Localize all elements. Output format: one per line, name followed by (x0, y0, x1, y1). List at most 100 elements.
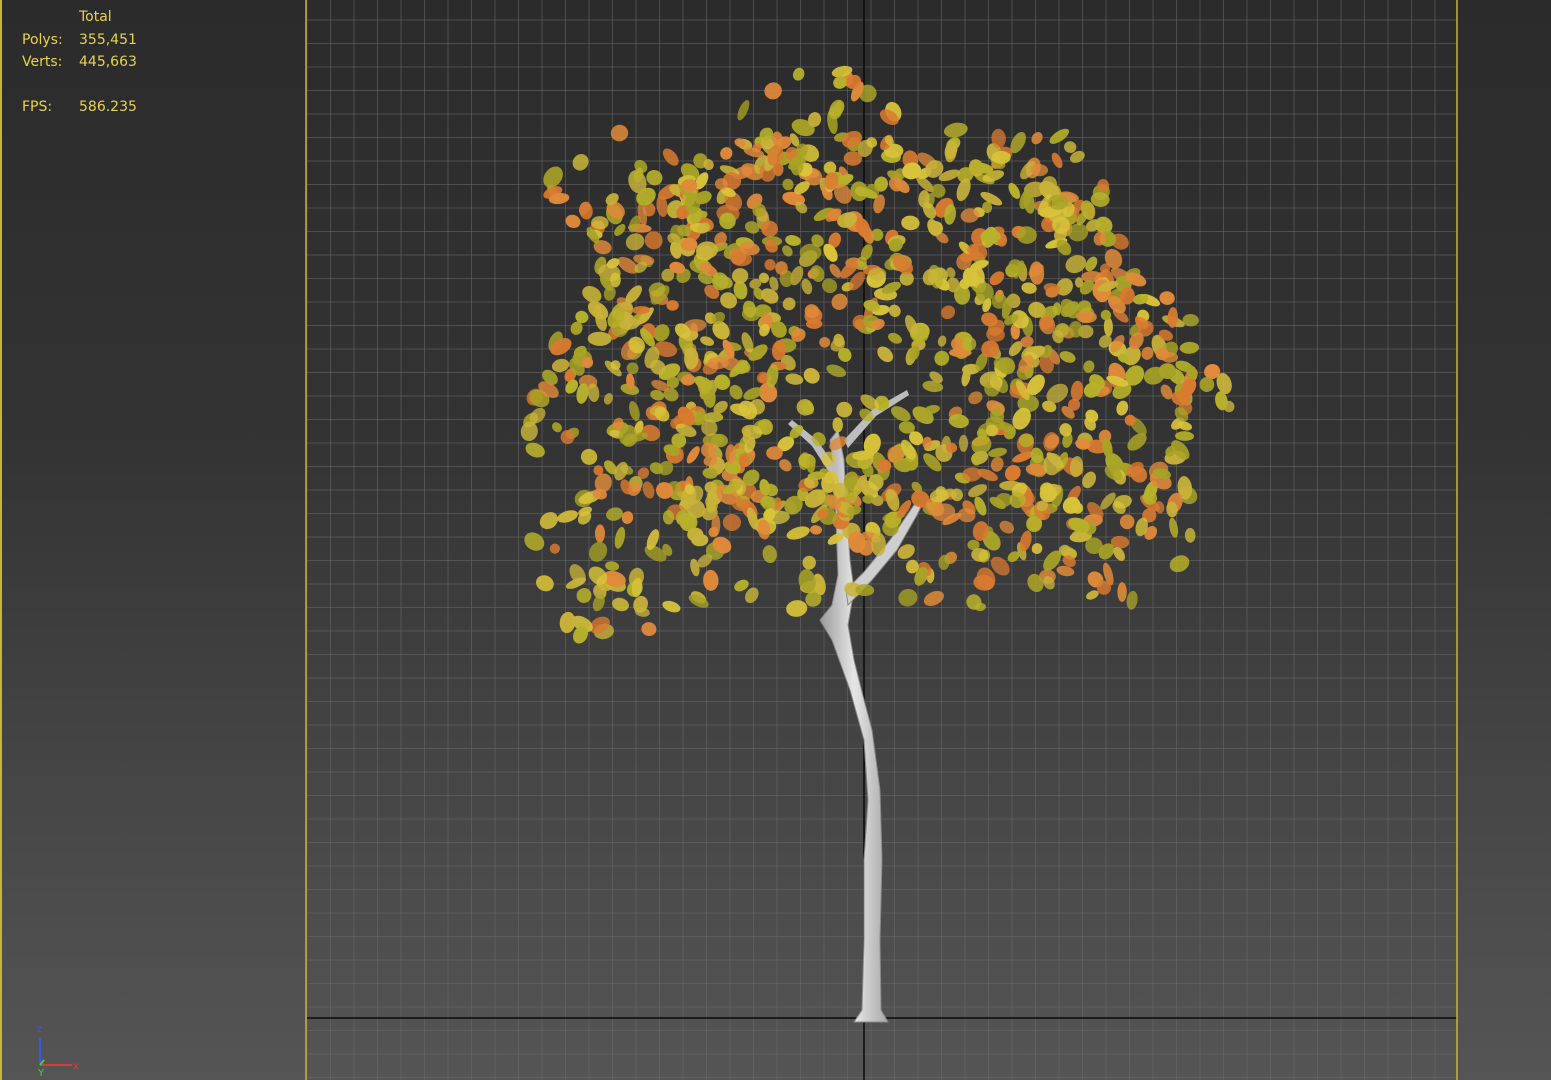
leaf (722, 514, 742, 531)
leaf (1008, 182, 1021, 199)
axis-tripod-icon: z Y x (37, 1024, 79, 1079)
leaf (1031, 132, 1043, 145)
leaf (666, 300, 679, 311)
leaf (1083, 360, 1095, 373)
leaf (819, 336, 831, 348)
leaf (888, 304, 901, 317)
leaf (1169, 555, 1190, 573)
leaf (1119, 514, 1135, 530)
leaf (612, 597, 629, 612)
leaf (1031, 543, 1043, 555)
leaf (557, 510, 578, 523)
leaf (1051, 152, 1063, 169)
leaf (826, 364, 847, 378)
leaf (801, 278, 813, 295)
fps-value: 586.235 (79, 99, 137, 115)
leaf (1182, 313, 1199, 327)
verts-value: 445,663 (79, 54, 137, 70)
leaf (1004, 464, 1021, 482)
viewport-scene[interactable] (2, 0, 1551, 1080)
polys-label: Polys: (22, 31, 63, 48)
leaf (642, 481, 655, 499)
leaf (614, 526, 626, 549)
leaf (1029, 261, 1045, 285)
leaf (524, 532, 545, 551)
leaf (764, 82, 782, 100)
leaf (810, 525, 822, 535)
leaf (737, 99, 750, 121)
leaf (1184, 527, 1196, 543)
leaf (988, 447, 1007, 458)
leaf (1116, 400, 1129, 416)
leaf (549, 543, 560, 554)
leaf (991, 150, 1011, 164)
leaf (877, 346, 894, 363)
leaf (803, 368, 820, 384)
leaf (1169, 517, 1179, 538)
leaf (958, 434, 969, 452)
leaf (811, 432, 826, 447)
leaf (641, 622, 657, 637)
leaf (625, 233, 645, 251)
leaf (762, 545, 777, 564)
leaf (614, 224, 626, 236)
leaf (934, 350, 950, 366)
leaf (1179, 341, 1200, 354)
leaf (1117, 582, 1127, 602)
leaf (782, 178, 794, 191)
leaf (662, 148, 679, 166)
leaf (792, 67, 805, 81)
leaf (572, 154, 589, 171)
x-axis-label: x (73, 1061, 79, 1072)
leaf (565, 214, 581, 229)
leaf (901, 215, 920, 231)
leaf (786, 526, 810, 540)
stats-header: Total (79, 9, 112, 25)
leaf (764, 259, 776, 271)
leaf (990, 456, 1004, 472)
3d-viewport[interactable]: Total Polys: 355,451 Verts: 445,663 FPS: 58… (0, 0, 1551, 1080)
leaf (520, 421, 538, 442)
leaf (629, 401, 640, 422)
leaf (606, 507, 623, 521)
leaf (587, 331, 612, 346)
leaf (802, 555, 816, 570)
leaf (968, 391, 983, 405)
leaf (552, 422, 562, 433)
z-axis-label: z (37, 1024, 42, 1035)
leaf (662, 600, 681, 613)
leaf (605, 561, 620, 571)
leaf (700, 336, 715, 346)
leaf (543, 166, 563, 188)
leaf (626, 362, 639, 375)
leaf (703, 569, 719, 591)
leaf (594, 524, 606, 543)
leaf (890, 406, 911, 422)
leaf (536, 575, 554, 592)
leaf (687, 527, 704, 542)
y-axis-label: Y (37, 1068, 45, 1079)
leaf (868, 267, 887, 281)
leaf (898, 588, 918, 607)
leaf (923, 590, 944, 606)
leaf (1059, 351, 1076, 363)
leaf (539, 512, 558, 530)
leaf (580, 448, 598, 465)
leaf (937, 335, 947, 347)
polys-value: 355,451 (79, 31, 137, 48)
fps-label: FPS: (22, 99, 53, 115)
leaf (786, 600, 808, 617)
leaf (999, 520, 1015, 534)
leaf (720, 147, 733, 160)
leaf (782, 297, 796, 311)
leaf (1175, 431, 1194, 441)
leaf (581, 357, 594, 369)
leaf (579, 201, 593, 220)
leaf (698, 380, 711, 395)
leaf (871, 532, 886, 557)
leaf (785, 373, 804, 385)
leaf (779, 459, 792, 472)
leaf (725, 444, 737, 464)
leaf (1159, 291, 1175, 305)
leaf (731, 268, 749, 284)
